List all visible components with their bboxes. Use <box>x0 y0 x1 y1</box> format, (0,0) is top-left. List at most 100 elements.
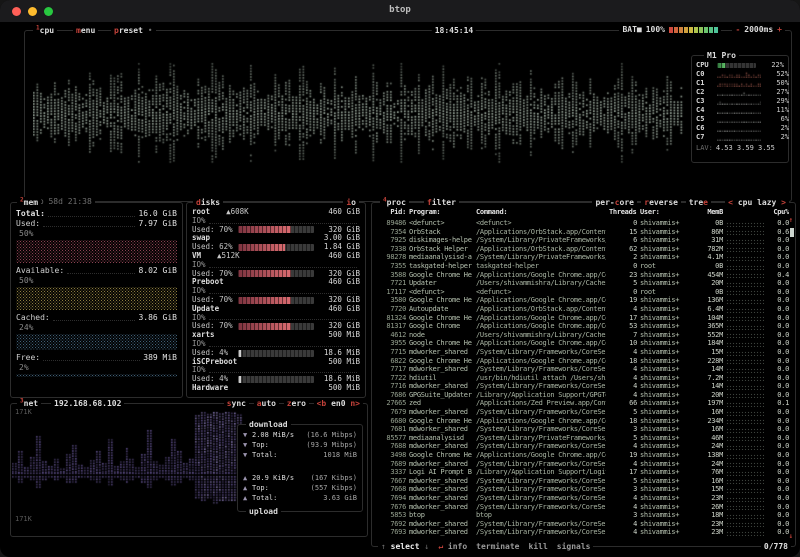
iface-next-button[interactable]: n> <box>350 399 360 408</box>
cpu-core-box: M1 Pro CPU 22% C0 52% C1 50% C2 27% C3 2… <box>691 55 789 163</box>
mem-entry: Used: 7.97 GiB 50% <box>16 219 177 263</box>
process-row[interactable]: 3498 Google Chrome He /Applications/Goog… <box>372 451 795 460</box>
ip-address: 192.168.68.102 <box>51 398 124 409</box>
process-row[interactable]: 7693 mdworker_shared /System/Library/Fra… <box>372 528 795 537</box>
interval-plus-button[interactable]: + <box>777 25 782 34</box>
mem-total-value: 16.0 GiB <box>138 209 177 219</box>
upload-rows: ▲ 20.9 KiB/s (167 Kibps) ▲ Top: (557 Kib… <box>243 473 357 503</box>
process-row[interactable]: 7676 mdworker_shared /System/Library/Fra… <box>372 503 795 512</box>
net-stat-row: ▲ 20.9 KiB/s (167 Kibps) <box>243 473 357 483</box>
btop-window: btop 1cpu menu preset • 18:45:14 BAT■ 10… <box>0 0 800 557</box>
process-row[interactable]: 7667 mdworker_shared /System/Library/Fra… <box>372 477 795 486</box>
preset-button[interactable]: preset • <box>111 25 156 36</box>
sort-label: cpu lazy <box>738 198 777 207</box>
core-history-graph <box>717 116 761 123</box>
process-row[interactable]: 7686 GPGSuite_Updater /Library/Applicati… <box>372 391 795 400</box>
process-row[interactable]: 89486 <defunct> <defunct> 0 shivammis+ 0… <box>372 219 795 228</box>
select-action[interactable]: ↑ select ↓ <box>381 541 429 552</box>
process-row[interactable]: 7692 mdworker_shared /System/Library/Fra… <box>372 520 795 529</box>
kill-action[interactable]: kill <box>529 541 548 552</box>
info-action[interactable]: ↵ info <box>438 541 467 552</box>
process-row[interactable]: 7925 diskimages-helpe /System/Library/Pr… <box>372 236 795 245</box>
process-cpu-sparkline <box>726 299 764 304</box>
zero-button[interactable]: zero <box>284 398 309 409</box>
update-interval: - 2000ms + <box>732 25 785 34</box>
process-row[interactable]: 7355 taskgated-helper taskgated-helper 0… <box>372 262 795 271</box>
reverse-button[interactable]: reverse <box>641 197 681 208</box>
process-row[interactable]: 7681 mdworker_shared /System/Library/Fra… <box>372 425 795 434</box>
core-rows: CPU 22% C0 52% C1 50% C2 27% C3 29% C4 1… <box>696 61 784 142</box>
proc-header-row: Pid: Program: Command: Threads: User: Me… <box>372 207 795 217</box>
scroll-up-icon[interactable]: ↑ <box>789 216 793 224</box>
process-row[interactable]: 17117 <defunct> <defunct> 0 root 0B 0.0 <box>372 288 795 297</box>
battery-percent: 100% <box>646 25 665 34</box>
interval-minus-button[interactable]: - <box>735 25 740 34</box>
process-row[interactable]: 7688 mdworker_shared /System/Library/Fra… <box>372 442 795 451</box>
disk-entry: Update 460 GiB IO% Used: 70% 320 GiB <box>192 305 360 331</box>
core-row: C7 2% <box>696 133 784 142</box>
tree-button[interactable]: tree <box>686 197 711 208</box>
auto-button[interactable]: auto <box>254 398 279 409</box>
net-stats-box: download ▼ 2.08 MiB/s (16.6 Mibps) ▼ Top… <box>237 424 363 512</box>
process-row[interactable]: 7717 mdworker_shared /System/Library/Fra… <box>372 365 795 374</box>
process-row[interactable]: 7679 mdworker_shared /System/Library/Fra… <box>372 408 795 417</box>
process-row[interactable]: 6822 Google Chrome He /Applications/Goog… <box>372 357 795 366</box>
sort-next-button[interactable]: > <box>781 198 786 207</box>
process-cpu-sparkline <box>726 419 764 424</box>
process-row[interactable]: 7354 OrbStack /Applications/OrbStack.app… <box>372 228 795 237</box>
mem-total-row: Total: 16.0 GiB <box>16 209 177 219</box>
process-cpu-sparkline <box>726 247 764 252</box>
disk-used-meter <box>238 226 314 233</box>
process-cpu-sparkline <box>726 454 764 459</box>
filter-button[interactable]: filter <box>424 197 459 208</box>
signals-action[interactable]: signals <box>557 541 591 552</box>
disk-entry: Preboot 460 GiB IO% Used: 70% 320 GiB <box>192 278 360 304</box>
process-row[interactable]: 7689 mdworker_shared /System/Library/Fra… <box>372 460 795 469</box>
process-row[interactable]: 7668 mdworker_shared /System/Library/Fra… <box>372 485 795 494</box>
terminate-action[interactable]: terminate <box>476 541 519 552</box>
process-row[interactable]: 6680 Google Chrome He /Applications/Goog… <box>372 417 795 426</box>
process-row[interactable]: 3955 Google Chrome He /Applications/Goog… <box>372 339 795 348</box>
scroll-down-icon[interactable]: ↓ <box>789 532 793 540</box>
download-rows: ▼ 2.08 MiB/s (16.6 Mibps) ▼ Top: (93.9 M… <box>243 430 357 460</box>
process-cpu-sparkline <box>726 222 764 227</box>
per-core-button[interactable]: per-core <box>592 197 637 208</box>
process-row[interactable]: 3588 Google Chrome He /Applications/Goog… <box>372 271 795 280</box>
process-row[interactable]: 81317 Google Chrome /Applications/Google… <box>372 322 795 331</box>
process-row[interactable]: 98278 mediaanalysisd-a /System/Library/P… <box>372 253 795 262</box>
process-row[interactable]: 7716 mdworker_shared /System/Library/Fra… <box>372 382 795 391</box>
process-row[interactable]: 7721 Updater /Users/shivammishra/Library… <box>372 279 795 288</box>
process-row[interactable]: 5853 btop btop 3 shivammis+ 18M 0.0 <box>372 511 795 520</box>
process-cpu-sparkline <box>726 368 764 373</box>
sync-button[interactable]: sync <box>224 398 249 409</box>
process-row[interactable]: 7722 hdiutil /usr/bin/hdiutil attach /Us… <box>372 374 795 383</box>
cpu-box-title: 1cpu <box>33 25 57 36</box>
process-row[interactable]: 85577 mediaanalysisd /System/Library/Pri… <box>372 434 795 443</box>
process-row[interactable]: 27665 zed /Applications/Zed Preview.app/… <box>372 399 795 408</box>
process-cpu-sparkline <box>726 445 764 450</box>
core-row: CPU 22% <box>696 61 784 70</box>
process-row[interactable]: 4612 node /Users/shivammishra/Library/Ca… <box>372 331 795 340</box>
core-history-graph <box>717 71 761 78</box>
menu-button[interactable]: menu <box>73 25 98 36</box>
process-row[interactable]: 7715 mdworker_shared /System/Library/Fra… <box>372 348 795 357</box>
process-row[interactable]: 7694 mdworker_shared /System/Library/Fra… <box>372 494 795 503</box>
process-row[interactable]: 81324 Google Chrome He /Applications/Goo… <box>372 314 795 323</box>
io-mode-button[interactable]: io <box>343 197 359 208</box>
core-history-graph <box>717 125 761 132</box>
battery-label: BAT■ <box>622 25 641 34</box>
clock: 18:45:14 <box>432 25 477 36</box>
lav-label: LAV: <box>696 143 713 153</box>
sort-prev-button[interactable]: < <box>728 198 733 207</box>
process-cpu-sparkline <box>726 522 764 527</box>
process-row[interactable]: 3580 Google Chrome He /Applications/Goog… <box>372 296 795 305</box>
mem-total-label: Total: <box>16 209 45 219</box>
process-cpu-sparkline <box>726 471 764 476</box>
process-row[interactable]: 7720 Autoupdate /Applications/OrbStack.a… <box>372 305 795 314</box>
iface-prev-button[interactable]: <b <box>317 399 327 408</box>
scrollbar-thumb[interactable] <box>790 228 794 237</box>
proc-box-title: 4proc <box>380 197 409 208</box>
battery-segment <box>709 27 713 33</box>
process-row[interactable]: 7338 OrbStack Helper /Applications/OrbSt… <box>372 245 795 254</box>
process-row[interactable]: 3337 Logi AI Prompt B /Library/Applicati… <box>372 468 795 477</box>
